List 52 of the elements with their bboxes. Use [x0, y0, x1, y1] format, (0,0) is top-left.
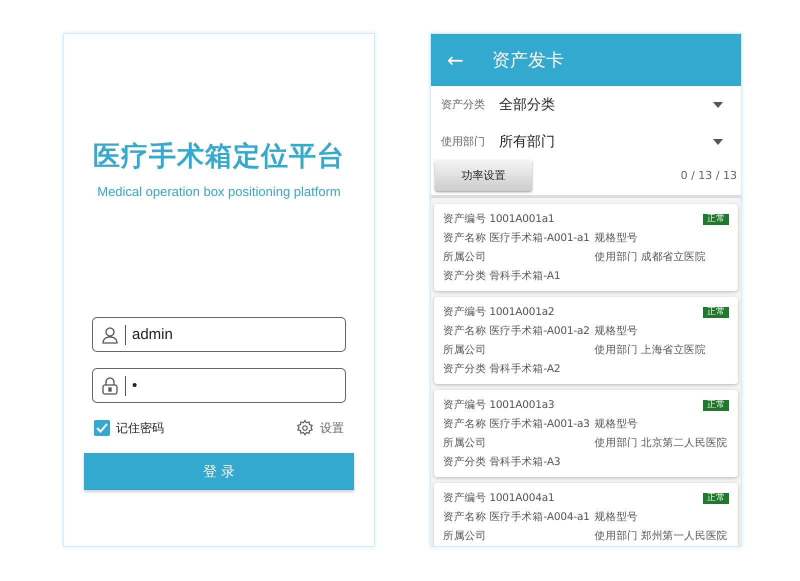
user-icon	[101, 326, 119, 344]
status-badge: 正常	[703, 214, 729, 225]
asset-code: 资产编号 1001A001a1	[443, 212, 554, 227]
asset-card[interactable]: 资产编号 1001A001a3 正常 资产名称 医疗手术箱-A001-a3 规格型号 所属公司 使用部门 北京第二人民医院 资产分类 骨科手术箱-A3	[434, 390, 738, 477]
asset-field: 使用部门 成都省立医院	[594, 248, 706, 267]
caret-icon	[713, 138, 723, 144]
password-value: •	[132, 377, 138, 394]
asset-field: 规格型号	[594, 508, 728, 527]
asset-field: 资产分类 骨科手术箱-A3	[443, 453, 590, 472]
asset-card[interactable]: 资产编号 1001A001a1 正常 资产名称 医疗手术箱-A001-a1 规格型号 所属公司 使用部门 成都省立医院 资产分类 骨科手术箱-A1	[434, 204, 738, 291]
filter-label: 使用部门	[441, 134, 486, 149]
app-title: 医疗手术箱定位平台	[93, 140, 345, 174]
remember-checkbox[interactable]	[94, 420, 110, 436]
caret-icon	[713, 102, 723, 108]
lock-icon	[101, 376, 119, 394]
password-field[interactable]: •	[92, 368, 346, 403]
status-badge: 正常	[703, 493, 729, 504]
app-subtitle: Medical operation box positioning platform	[97, 184, 341, 199]
asset-field: 规格型号	[594, 415, 728, 434]
remember-label: 记住密码	[116, 420, 164, 436]
asset-card[interactable]: 资产编号 1001A004a1 正常 资产名称 医疗手术箱-A004-a1 规格型号 所属公司 使用部门 郑州第一人民医院	[434, 483, 738, 546]
status-badge: 正常	[703, 400, 729, 411]
asset-field: 规格型号	[594, 322, 706, 341]
asset-code: 资产编号 1001A004a1	[443, 491, 554, 506]
asset-field: 规格型号	[594, 229, 706, 248]
username-value: admin	[132, 326, 173, 343]
asset-field: 资产分类 骨科手术箱-A2	[443, 360, 590, 379]
asset-field: 所属公司	[443, 527, 590, 546]
record-count: 0 / 13 / 13	[680, 169, 737, 182]
asset-code: 资产编号 1001A001a2	[443, 305, 554, 320]
asset-field: 所属公司	[443, 341, 590, 360]
asset-card[interactable]: 资产编号 1001A001a2 正常 资产名称 医疗手术箱-A001-a2 规格型号 所属公司 使用部门 上海省立医院 资产分类 骨科手术箱-A2	[434, 297, 738, 384]
asset-field: 使用部门 上海省立医院	[594, 341, 706, 360]
asset-code: 资产编号 1001A001a3	[443, 398, 554, 413]
asset-field: 使用部门 北京第二人民医院	[594, 434, 728, 453]
asset-field: 资产名称 医疗手术箱-A001-a1	[443, 229, 590, 248]
asset-field: 所属公司	[443, 434, 590, 453]
asset-field: 资产名称 医疗手术箱-A001-a3	[443, 415, 590, 434]
asset-field: 资产名称 医疗手术箱-A001-a2	[443, 322, 590, 341]
settings-link[interactable]: 设置	[320, 420, 344, 436]
filter-dropdown[interactable]: 所有部门	[499, 132, 723, 150]
username-field[interactable]: admin	[92, 317, 346, 352]
asset-field: 资产分类 骨科手术箱-A1	[443, 267, 590, 286]
settings-icon[interactable]	[296, 419, 314, 437]
status-badge: 正常	[703, 307, 729, 318]
filter-label: 资产分类	[441, 97, 486, 112]
asset-field: 资产名称 医疗手术箱-A004-a1	[443, 508, 590, 527]
screen-title: 资产发卡	[492, 49, 564, 72]
asset-field: 所属公司	[443, 248, 590, 267]
asset-field: 使用部门 郑州第一人民医院	[594, 527, 728, 546]
filter-dropdown[interactable]: 全部分类	[499, 96, 723, 114]
power-settings-button[interactable]: 功率设置	[435, 160, 532, 191]
